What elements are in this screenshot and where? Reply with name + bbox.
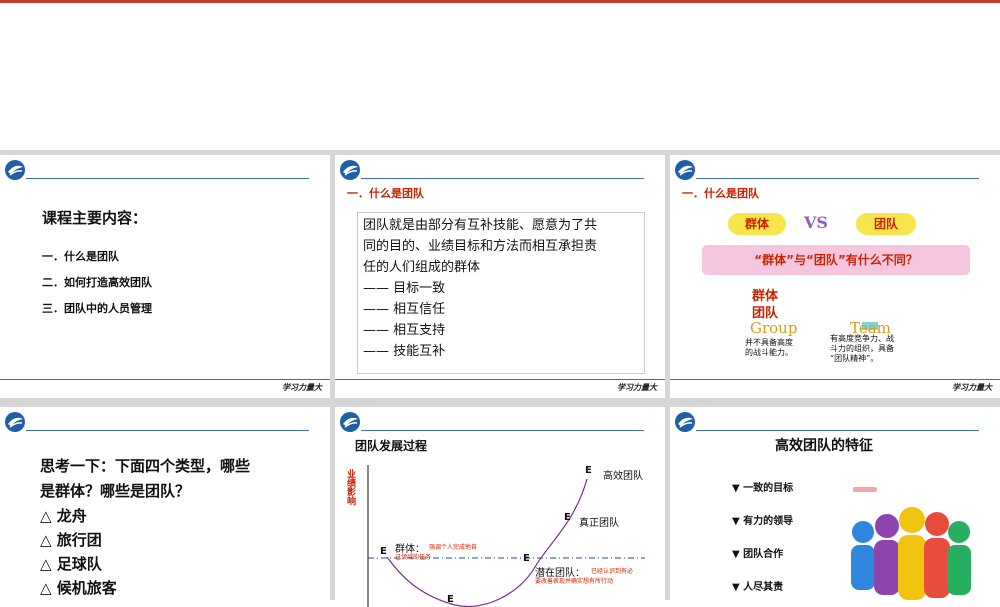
point-e-high: E	[585, 465, 592, 476]
logo-icon	[675, 412, 695, 432]
team-badge-label: 团队	[873, 217, 898, 231]
slide-4-think-question[interactable]: 思考一下：下面四个类型，哪些 是群体？哪些是团队？ △ 龙舟 △ 旅行团 △ 足…	[0, 407, 330, 607]
figure-green	[947, 521, 971, 595]
group-desc-2: 己领域的任务	[395, 554, 432, 561]
question-line-2: 是群体？哪些是团队？	[40, 482, 191, 500]
definition-line-2: 同的目的、业绩目标和方法而相互承担责	[363, 239, 598, 254]
footer-text: 学习力量大	[952, 383, 992, 392]
logo-icon	[5, 412, 25, 432]
feature-3: ▼ 团队合作	[732, 549, 784, 560]
group-label-en: Group	[750, 319, 798, 337]
group-badge-label: 群体	[744, 217, 769, 231]
slide-grid: 课程主要内容： 一．什么是团队 二．如何打造高效团队 三．团队中的人员管理 学习…	[0, 150, 1000, 607]
point-e-potential: E	[523, 553, 530, 564]
header-rule	[26, 178, 309, 179]
header-rule	[696, 178, 979, 179]
point-2: —— 相互信任	[363, 302, 446, 317]
option-3: △ 足球队	[40, 555, 102, 573]
option-1: △ 龙舟	[40, 507, 87, 525]
question-line-1: 思考一下：下面四个类型，哪些	[40, 457, 251, 475]
figure-yellow	[898, 507, 926, 600]
slide-2-what-is-team[interactable]: 一．什么是团队 团队就是由部分有互补技能、愿意为了共 同的目的、业绩目标和方法而…	[335, 155, 665, 398]
course-item-1: 一．什么是团队	[42, 250, 119, 263]
slide-3-group-vs-team[interactable]: 一．什么是团队 群体 VS 团队 “群体”与“团队”有什么不同？ 群体 团队 G…	[670, 155, 1000, 398]
point-1: —— 目标一致	[363, 281, 446, 296]
logo-icon	[5, 160, 25, 180]
label-real-team: 真正团队	[579, 518, 619, 529]
question-banner: “群体”与“团队”有什么不同？	[702, 245, 970, 275]
slide-1-course-contents[interactable]: 课程主要内容： 一．什么是团队 二．如何打造高效团队 三．团队中的人员管理 学习…	[0, 155, 330, 398]
course-heading: 课程主要内容：	[42, 209, 148, 227]
question-text: “群体”与“团队”有什么不同？	[754, 253, 918, 267]
course-item-2: 二．如何打造高效团队	[42, 276, 152, 289]
footer-text: 学习力量大	[617, 383, 657, 392]
team-badge: 团队	[856, 213, 916, 235]
top-red-rule	[0, 0, 1000, 3]
label-high-team: 高效团队	[603, 471, 643, 482]
slide-6-high-performance-traits[interactable]: 高效团队的特征 ▼ 一致的目标 ▼ 有力的领导 ▼ 团队合作 ▼ 人尽其责	[670, 407, 1000, 607]
potential-desc-2: 要改善表现并确实想有所行动	[535, 578, 614, 585]
slide-title: 高效团队的特征	[775, 438, 873, 454]
team-desc-3: “团队精神”。	[830, 354, 879, 363]
point-4: —— 技能互补	[363, 344, 446, 359]
potential-desc-1: 已经认识到有必	[591, 568, 634, 575]
header-rule	[696, 430, 979, 431]
feature-2: ▼ 有力的领导	[732, 516, 794, 527]
course-item-3: 三．团队中的人员管理	[42, 302, 152, 315]
figure-red	[924, 512, 950, 598]
figure-blue	[851, 521, 875, 590]
header-rule	[361, 178, 644, 179]
point-3: —— 相互支持	[363, 323, 446, 338]
feature-1: ▼ 一致的目标	[732, 483, 794, 494]
point-e-group: E	[380, 546, 387, 557]
definition-line-1: 团队就是由部分有互补技能、愿意为了共	[363, 218, 598, 233]
slide-5-team-development[interactable]: 团队发展过程 业绩影响 E 高效团队 E 真正团队 E 群体： 强调个人完成他自…	[335, 407, 665, 607]
header-rule	[26, 430, 309, 431]
development-curve	[367, 465, 645, 607]
footer-rule	[670, 379, 1000, 380]
footer-rule	[335, 379, 665, 380]
figure-purple	[874, 514, 900, 595]
definition-line-3: 任的人们组成的群体	[363, 260, 481, 275]
group-desc-2: 的战斗能力。	[745, 348, 793, 357]
footer-text: 学习力量大	[282, 383, 322, 392]
footer-rule	[0, 379, 330, 380]
option-4: △ 候机旅客	[40, 579, 117, 597]
team-figures-illustration	[851, 487, 971, 600]
feature-4: ▼ 人尽其责	[732, 582, 784, 593]
slide-title: 一．什么是团队	[347, 187, 424, 200]
slide-title: 一．什么是团队	[682, 187, 759, 200]
vs-label: VS	[804, 213, 828, 232]
point-e-real: E	[564, 512, 571, 523]
logo-icon	[340, 160, 360, 180]
logo-icon	[675, 160, 695, 180]
group-desc-1: 强调个人完成他自	[429, 544, 478, 551]
group-badge: 群体	[728, 213, 786, 235]
option-2: △ 旅行团	[40, 531, 102, 549]
